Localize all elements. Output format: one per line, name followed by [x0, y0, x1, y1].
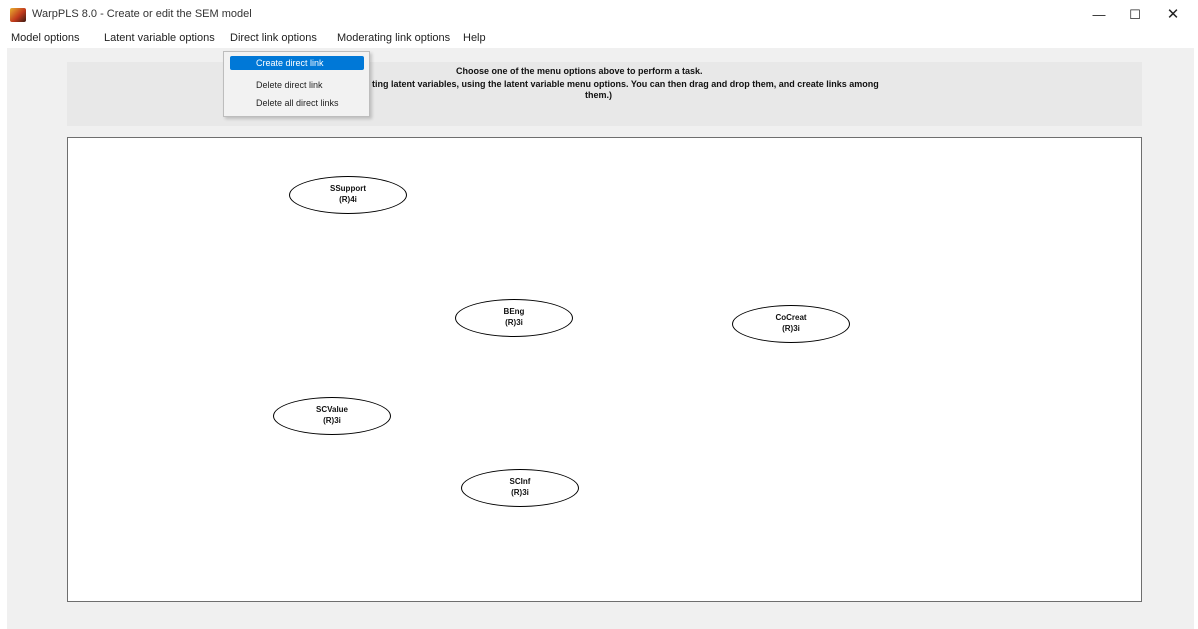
- menu-item-delete-direct-link[interactable]: Delete direct link: [230, 78, 364, 92]
- latent-variable-ssupport[interactable]: SSupport (R)4i: [289, 176, 407, 214]
- close-button[interactable]: ✕: [1150, 0, 1196, 30]
- info-line-3: them.): [585, 90, 612, 100]
- latent-variable-info: (R)4i: [339, 195, 357, 204]
- menu-model-options[interactable]: Model options: [11, 32, 80, 44]
- window-title: WarpPLS 8.0 - Create or edit the SEM mod…: [32, 8, 252, 20]
- menu-item-delete-all-direct-links[interactable]: Delete all direct links: [230, 96, 364, 110]
- latent-variable-name: SCValue: [315, 405, 348, 414]
- info-line-2: ting latent variables, using the latent …: [372, 79, 879, 89]
- menu-help[interactable]: Help: [463, 32, 486, 44]
- latent-variable-scvalue[interactable]: SCValue (R)3i: [273, 397, 391, 435]
- title-bar: WarpPLS 8.0 - Create or edit the SEM mod…: [0, 0, 1198, 30]
- latent-variable-name: SCInf: [509, 477, 531, 486]
- menu-latent-variable-options[interactable]: Latent variable options: [104, 32, 215, 44]
- latent-variable-name: BEng: [503, 307, 525, 316]
- latent-variable-name: CoCreat: [775, 313, 807, 322]
- latent-variable-cocreat[interactable]: CoCreat (R)3i: [732, 305, 850, 343]
- model-canvas[interactable]: [67, 137, 1142, 602]
- warppls-app-icon: [10, 8, 26, 22]
- latent-variable-info: (R)3i: [323, 416, 341, 425]
- latent-variable-beng[interactable]: BEng (R)3i: [455, 299, 573, 337]
- latent-variable-info: (R)3i: [511, 488, 529, 497]
- latent-variable-info: (R)3i: [505, 318, 523, 327]
- latent-variable-name: SSupport: [330, 184, 366, 193]
- menu-moderating-link-options[interactable]: Moderating link options: [337, 32, 450, 44]
- info-line-1: Choose one of the menu options above to …: [456, 66, 703, 76]
- latent-variable-scinf[interactable]: SCInf (R)3i: [461, 469, 579, 507]
- menu-item-create-direct-link[interactable]: Create direct link: [230, 56, 364, 70]
- menu-bar: Model options Latent variable options Di…: [0, 30, 1198, 48]
- latent-variable-info: (R)3i: [782, 324, 800, 333]
- menu-direct-link-options[interactable]: Direct link options: [230, 32, 317, 44]
- direct-link-options-dropdown: Create direct link Delete direct link De…: [223, 51, 370, 117]
